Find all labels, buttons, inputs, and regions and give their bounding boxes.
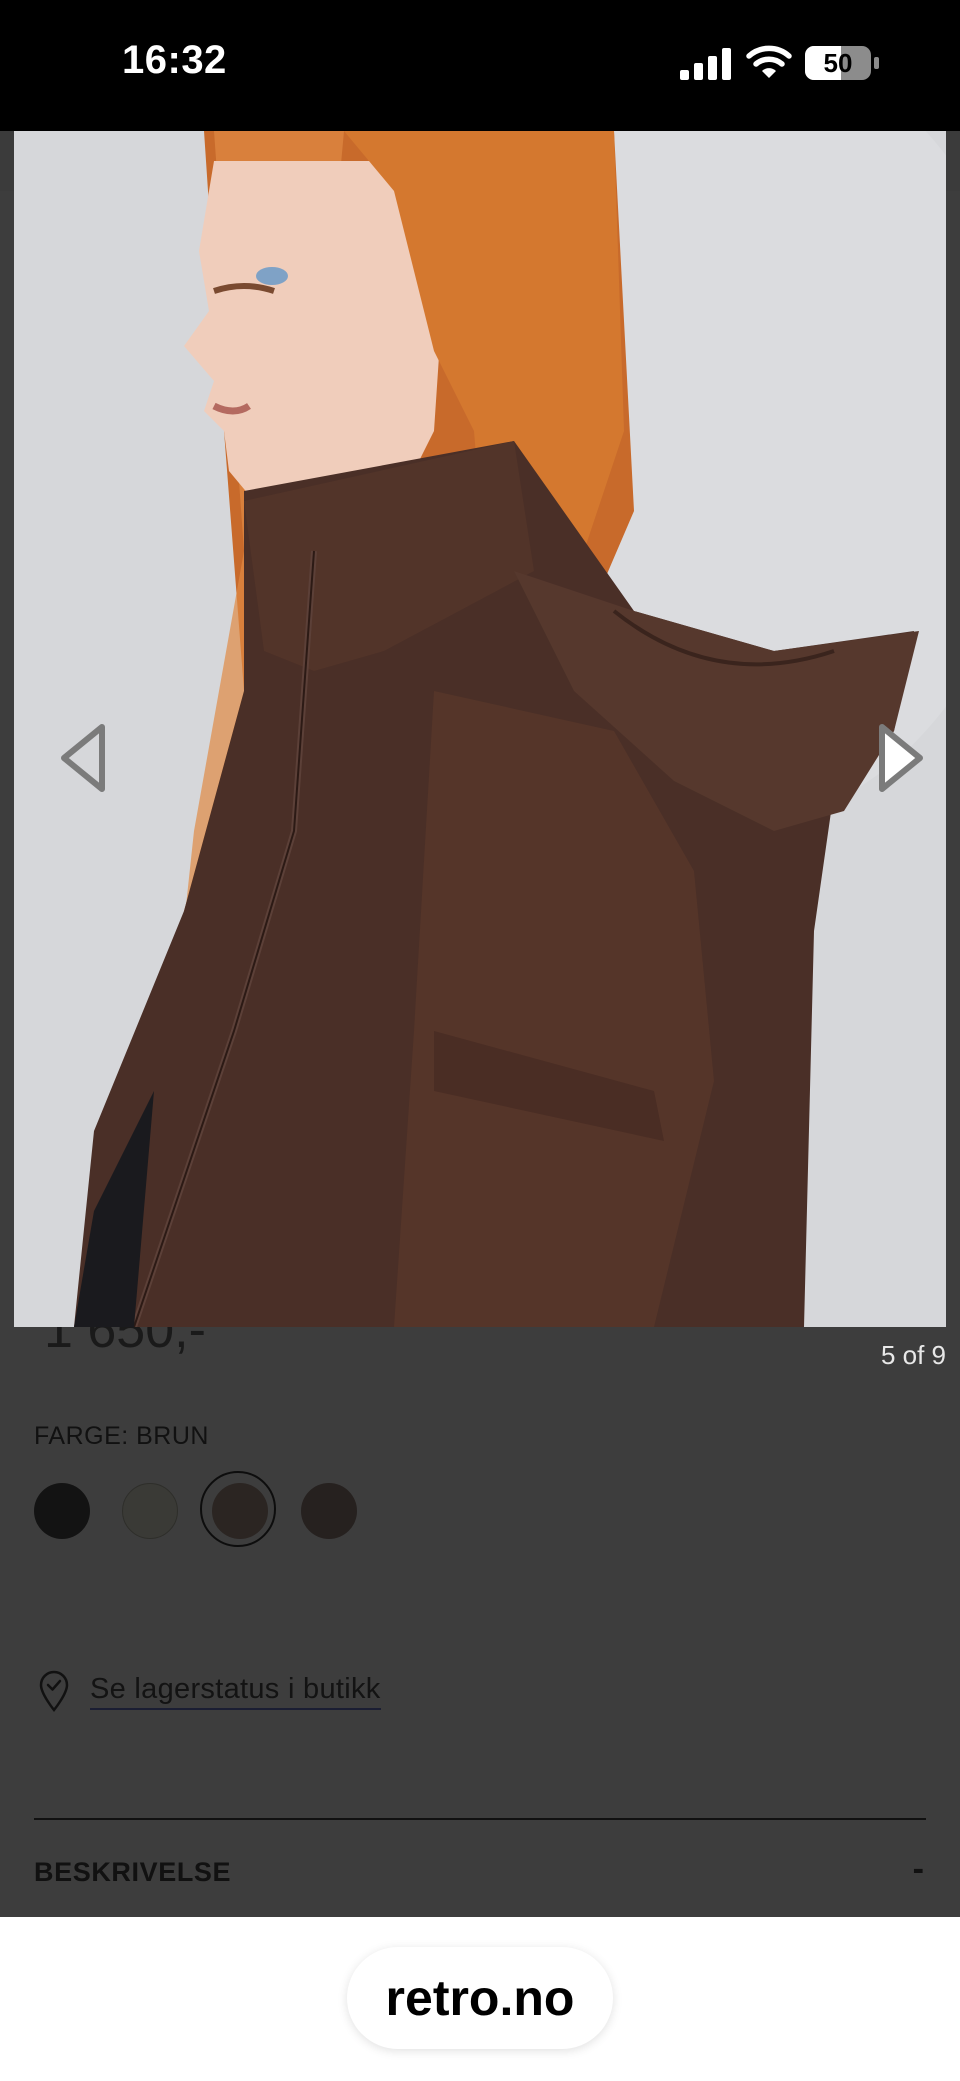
description-heading[interactable]: BESKRIVELSE (34, 1857, 231, 1888)
section-divider (34, 1818, 926, 1820)
status-time: 16:32 (122, 38, 227, 82)
wifi-icon (746, 45, 792, 78)
address-bar-url: retro.no (385, 1970, 575, 2026)
color-swatch-olive[interactable] (122, 1483, 178, 1539)
battery-level: 50 (823, 48, 853, 78)
color-swatch-dark-brown[interactable] (301, 1483, 357, 1539)
image-counter: 5 of 9 (880, 1340, 946, 1370)
address-bar[interactable]: retro.no (347, 1947, 613, 2049)
store-stock-link-label: Se lagerstatus i butikk (90, 1673, 381, 1710)
product-image[interactable] (14, 131, 946, 1327)
color-swatch-black[interactable] (34, 1483, 90, 1539)
location-check-icon (39, 1670, 69, 1712)
jacket-photo (14, 131, 946, 1327)
status-bar: 16:32 50 (0, 0, 960, 131)
signal-icon (680, 48, 731, 80)
previous-image-icon[interactable] (58, 721, 108, 795)
browser-bottom-bar: retro.no (0, 1917, 960, 2081)
description-toggle[interactable]: - (913, 1850, 924, 1889)
battery-icon: 50 (805, 46, 881, 85)
color-label: FARGE: BRUN (34, 1422, 209, 1450)
next-image-icon[interactable] (876, 721, 926, 795)
color-swatch-brown[interactable] (212, 1483, 268, 1539)
store-stock-link[interactable]: Se lagerstatus i butikk (38, 1668, 381, 1714)
